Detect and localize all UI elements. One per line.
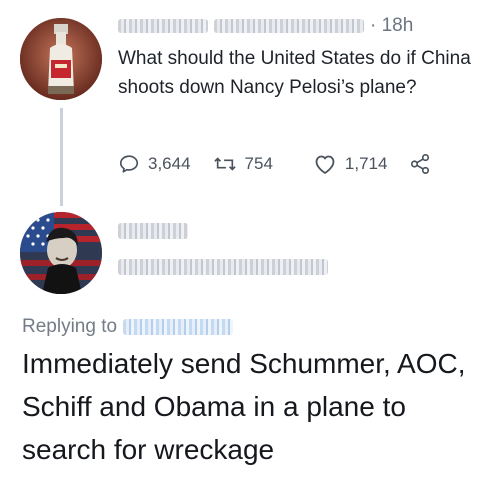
- redacted-handle: [214, 19, 364, 33]
- like-button[interactable]: 1,714: [313, 153, 388, 175]
- replying-to-label: Replying to: [22, 316, 118, 337]
- tweet-time: · 18h: [370, 15, 414, 36]
- thread-line: [60, 108, 63, 206]
- tweet-text: What should the United States do if Chin…: [118, 48, 471, 98]
- reply-button[interactable]: 3,644: [118, 153, 191, 175]
- tweet-actions: 3,644 754 1,714: [118, 152, 480, 176]
- retweet-count: 754: [244, 154, 273, 173]
- redacted-name: [118, 222, 188, 239]
- redacted-handle: [118, 258, 328, 275]
- redacted-mention-link[interactable]: [123, 319, 234, 335]
- reply-text: Immediately send Schummer, AOC, Schiff a…: [22, 348, 466, 465]
- like-count: 1,714: [344, 154, 388, 173]
- reply-author-handle: [118, 258, 328, 276]
- share-button[interactable]: [409, 153, 431, 175]
- heart-icon: [315, 155, 335, 174]
- avatar-image-portrait: [20, 212, 102, 294]
- reply-count: 3,644: [148, 154, 191, 173]
- reply-icon: [119, 155, 139, 173]
- share-icon: [411, 154, 430, 174]
- tweet-header: · 18h: [118, 14, 413, 38]
- avatar[interactable]: [20, 18, 102, 100]
- reply-avatar[interactable]: [20, 212, 102, 294]
- replying-to: Replying to: [22, 316, 234, 338]
- reply-author-name: [118, 222, 188, 240]
- retweet-icon: [213, 157, 236, 171]
- retweet-button[interactable]: 754: [213, 153, 273, 175]
- avatar-image-bottle: [20, 18, 102, 100]
- redacted-name: [118, 19, 208, 33]
